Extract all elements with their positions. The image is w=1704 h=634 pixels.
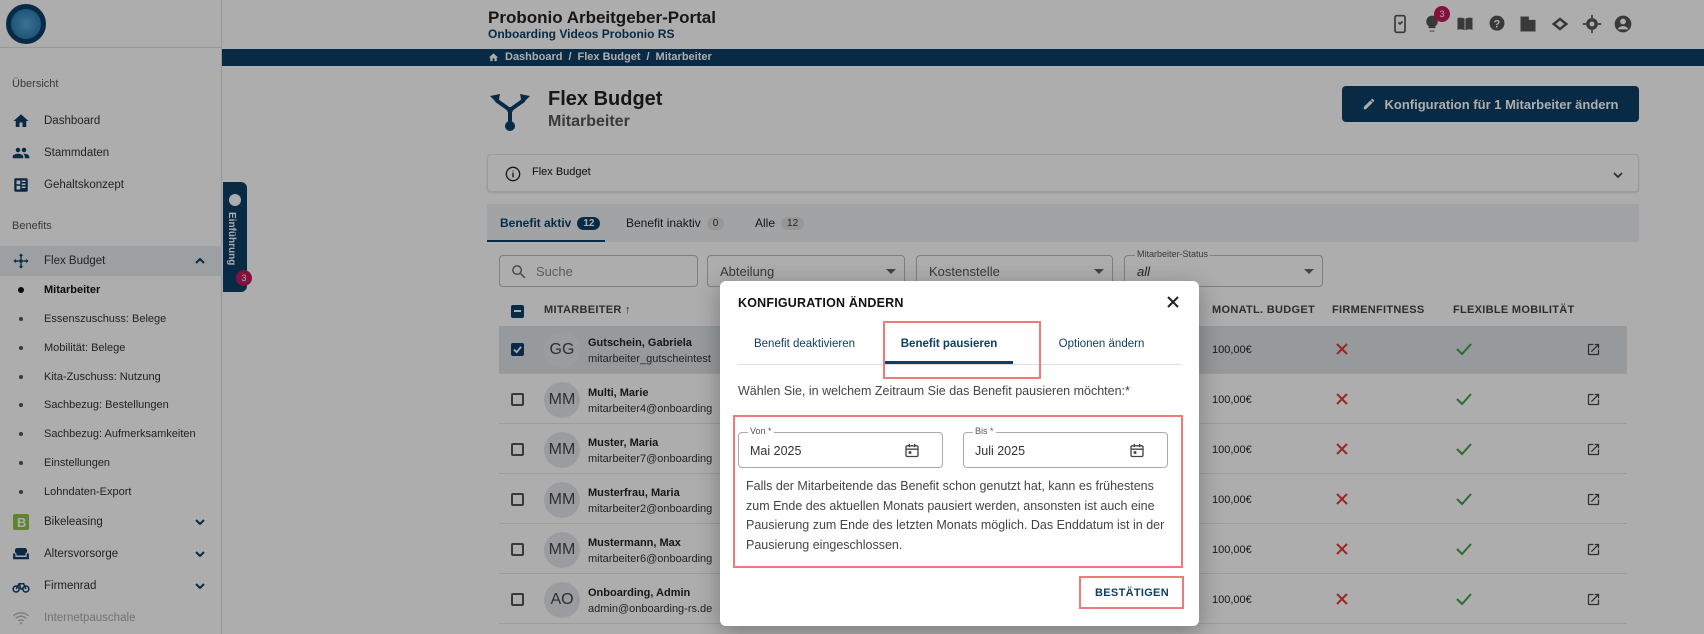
dialog-title: KONFIGURATION ÄNDERN xyxy=(738,296,904,310)
close-icon[interactable] xyxy=(1166,295,1180,309)
highlight-box-tab xyxy=(883,321,1041,379)
dialog-question: Wählen Sie, in welchem Zeitraum Sie das … xyxy=(738,384,1130,398)
dialog-tab-deaktivieren[interactable]: Benefit deaktivieren xyxy=(738,338,871,350)
dialog-tab-optionen[interactable]: Optionen ändern xyxy=(1025,338,1178,350)
highlight-box-confirm xyxy=(1079,576,1184,609)
highlight-box-dates xyxy=(733,415,1183,568)
